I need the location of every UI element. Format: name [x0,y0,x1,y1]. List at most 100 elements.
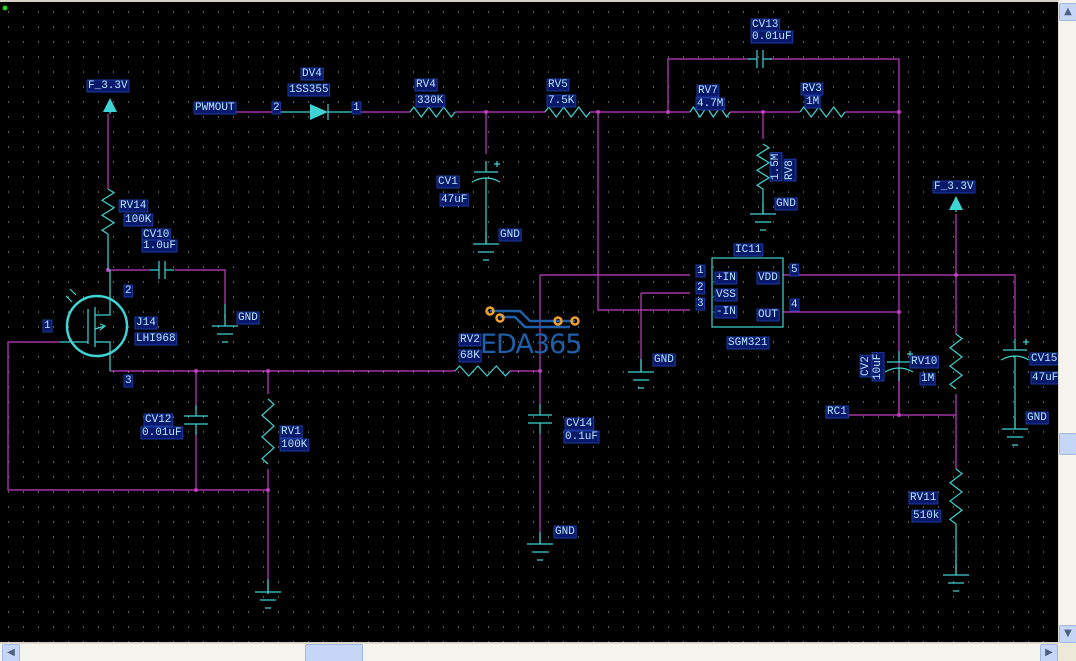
label-dv4-pin1[interactable]: 1 [353,102,360,114]
label-rv7-ref[interactable]: RV7 [698,85,718,97]
label-j14-pin1[interactable]: 1 [44,320,51,332]
label-rv8-ref[interactable]: RV8 [784,160,796,180]
label-ic-out[interactable]: OUT [758,309,778,321]
power-arrow-icon [949,196,963,210]
label-dv4-pin2[interactable]: 2 [273,102,280,114]
capacitor-cv12[interactable] [184,405,208,435]
resistor-rv4[interactable] [409,106,456,118]
wire[interactable] [175,269,226,304]
label-cv10-val[interactable]: 1.0uF [143,240,176,252]
junction-dot [538,369,542,373]
label-rv3-ref[interactable]: RV3 [802,83,822,95]
label-rv4-val[interactable]: 330K [417,95,444,107]
label-dv4-val[interactable]: 1SS355 [289,84,329,96]
resistor-rv14[interactable] [100,188,116,235]
label-ic-pin3[interactable]: 3 [697,298,704,310]
eda365-logo-icon [485,306,580,329]
phototransistor-j14[interactable] [65,294,129,358]
label-j14-pin3[interactable]: 3 [125,375,132,387]
label-gnd-ic[interactable]: GND [654,354,674,366]
label-ic11-ref[interactable]: IC11 [735,244,762,256]
label-gnd-rv8[interactable]: GND [776,198,796,210]
label-f33v-left[interactable]: F_3.3V [88,80,128,92]
label-rv2-ref[interactable]: RV2 [460,334,480,346]
capacitor-cv13[interactable] [748,50,772,68]
capacitor-cv15[interactable] [1000,339,1030,369]
label-rv14-val[interactable]: 100K [125,214,152,226]
label-gnd-cv10[interactable]: GND [238,312,258,324]
wire[interactable] [7,341,268,491]
label-cv15-ref[interactable]: CV15 [1031,353,1057,365]
label-j14-ref[interactable]: J14 [136,317,156,329]
label-cv14-val[interactable]: 0.1uF [565,431,598,443]
label-cv13-val[interactable]: 0.01uF [752,31,792,43]
label-cv15-val[interactable]: 47uF [1032,372,1058,384]
resistor-rv2[interactable] [454,365,511,377]
label-gnd-cv1[interactable]: GND [500,229,520,241]
junction-dot [194,488,198,492]
label-gnd-cv14[interactable]: GND [555,526,575,538]
label-rv5-ref[interactable]: RV5 [548,79,568,91]
vertical-scroll-thumb[interactable] [1059,433,1076,455]
schematic-canvas[interactable]: F_3.3V PWMOUT 2 DV4 1SS355 1 RV4 330K RV5 7.5K RV7… [0,2,1060,643]
label-cv1-val[interactable]: 47uF [441,194,467,206]
label-rv4-ref[interactable]: RV4 [416,79,436,91]
label-rv2-val[interactable]: 68K [460,350,480,362]
label-cv12-ref[interactable]: CV12 [145,414,171,426]
resistor-rv8[interactable] [755,143,771,190]
junction-dot [897,310,901,314]
horizontal-scrollbar[interactable]: ◀ ▶ [0,643,1058,661]
label-cv2-val[interactable]: 10uF [872,354,884,380]
wire[interactable] [597,112,690,311]
label-j14-pin2[interactable]: 2 [125,285,132,297]
label-rv14-ref[interactable]: RV14 [120,200,147,212]
label-rv1-ref[interactable]: RV1 [281,426,301,438]
resistor-rv11[interactable] [949,468,963,525]
label-cv14-ref[interactable]: CV14 [566,418,593,430]
label-ic-pin4[interactable]: 4 [791,299,798,311]
label-rv5-val[interactable]: 7.5K [548,95,575,107]
label-cv2-ref[interactable]: CV2 [860,356,872,376]
label-ic11-val[interactable]: SGM321 [728,337,768,349]
resistor-rv5[interactable] [544,106,591,118]
label-cv12-val[interactable]: 0.01uF [142,427,182,439]
scroll-down-button[interactable]: ▼ [1059,625,1076,643]
label-rv10-ref[interactable]: RV10 [911,356,937,368]
label-rv11-ref[interactable]: RV11 [910,492,937,504]
label-ic-vss[interactable]: VSS [716,289,736,301]
label-ic-pin5[interactable]: 5 [791,264,798,276]
label-rv7-val[interactable]: 4.7M [697,98,723,110]
label-rv10-val[interactable]: 1M [921,373,934,385]
label-ic-pin1[interactable]: 1 [697,265,704,277]
label-cv13-ref[interactable]: CV13 [752,19,778,31]
scroll-up-button[interactable]: ▲ [1059,3,1076,21]
label-rv1-val[interactable]: 100K [281,439,308,451]
label-rv11-val[interactable]: 510k [913,510,940,522]
label-ic-pin2[interactable]: 2 [697,282,704,294]
schematic-editor-window: F_3.3V PWMOUT 2 DV4 1SS355 1 RV4 330K RV5 7.5K RV7… [0,0,1076,661]
label-ic-vdd[interactable]: VDD [758,272,778,284]
scroll-right-button[interactable]: ▶ [1040,644,1058,661]
capacitor-cv14[interactable] [528,404,552,434]
label-rv3-val[interactable]: 1M [806,96,819,108]
capacitor-cv10[interactable] [150,261,174,279]
label-j14-val[interactable]: LHI968 [136,333,176,345]
label-dv4-ref[interactable]: DV4 [302,68,322,80]
label-rc1[interactable]: RC1 [827,406,847,418]
label-ic-inp[interactable]: +IN [716,272,736,284]
label-cv1-ref[interactable]: CV1 [438,176,458,188]
label-f33v-right[interactable]: F_3.3V [934,181,974,193]
diode-dv4[interactable] [310,104,328,120]
junction-dot [666,110,670,114]
label-pwmout[interactable]: PWMOUT [195,102,235,114]
label-rv8-val[interactable]: 1.5M [770,154,782,180]
ground-icon [473,232,499,261]
vertical-scrollbar[interactable]: ▲ ▼ [1058,0,1076,643]
resistor-rv10[interactable] [949,333,963,390]
label-gnd-cv15[interactable]: GND [1027,412,1047,424]
horizontal-scroll-thumb[interactable] [305,644,363,661]
schematic-drawing: F_3.3V PWMOUT 2 DV4 1SS355 1 RV4 330K RV5 7.5K RV7… [2,5,1060,643]
capacitor-cv1[interactable] [471,161,501,191]
label-ic-inm[interactable]: -IN [716,306,736,318]
scroll-left-button[interactable]: ◀ [2,644,20,661]
